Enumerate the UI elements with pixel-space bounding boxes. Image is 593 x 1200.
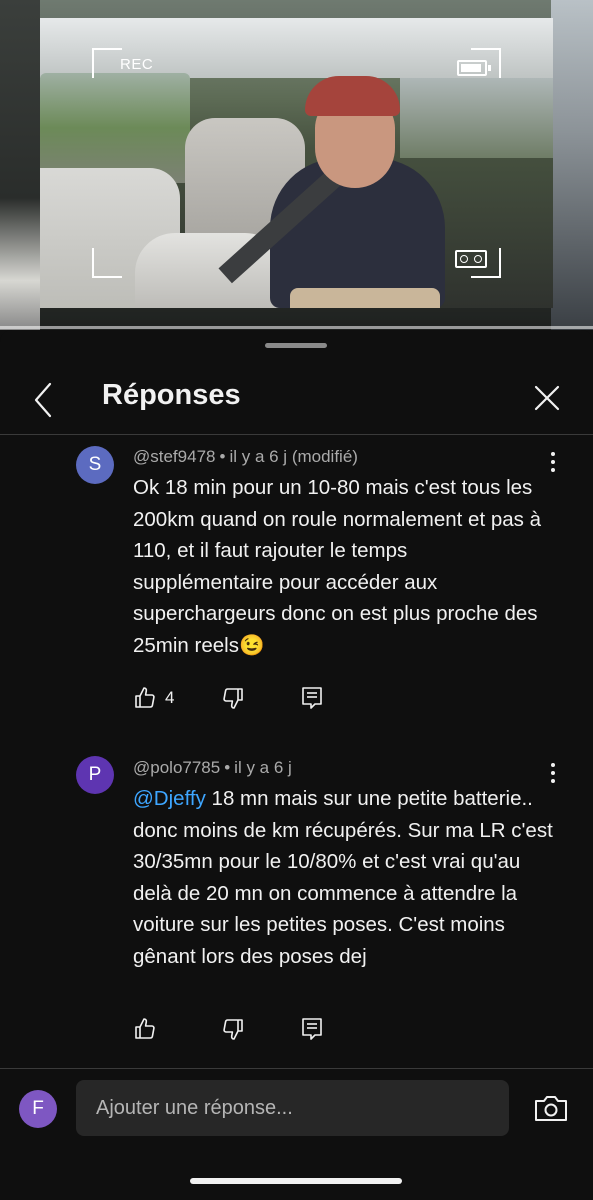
comment-author[interactable]: @stef9478 xyxy=(133,447,215,466)
thumb-up-icon xyxy=(135,1018,155,1039)
comment-author[interactable]: @polo7785 xyxy=(133,758,220,777)
comment-body: Ok 18 min pour un 10-80 mais c'est tous … xyxy=(133,476,541,657)
video-background-right xyxy=(551,0,593,330)
mention-link[interactable]: @Djeffy xyxy=(133,787,206,810)
like-button[interactable]: 4 xyxy=(133,683,174,713)
camera-button[interactable] xyxy=(533,1092,569,1124)
user-avatar: F xyxy=(19,1090,57,1128)
comment-time: il y a 6 j xyxy=(234,758,292,777)
dislike-button[interactable] xyxy=(221,683,245,713)
avatar[interactable]: P xyxy=(76,756,114,794)
reply-input[interactable] xyxy=(76,1080,509,1136)
video-background-left xyxy=(0,0,40,330)
viewfinder-corner-tl xyxy=(92,48,122,78)
drag-handle[interactable] xyxy=(265,343,327,348)
reply-button[interactable] xyxy=(301,683,323,713)
more-vert-icon xyxy=(543,763,563,783)
like-button[interactable] xyxy=(133,1014,165,1044)
reply-button[interactable] xyxy=(301,1014,323,1044)
rec-label: REC xyxy=(120,56,154,73)
video-frame: REC xyxy=(40,18,553,308)
dislike-button[interactable] xyxy=(221,1014,245,1044)
car-window xyxy=(40,73,190,183)
person-cap xyxy=(305,76,400,116)
replies-sheet: Réponses S @stef9478 • il y a 6 j (modifié… xyxy=(0,330,593,1200)
person-legs xyxy=(290,288,440,308)
reply-icon xyxy=(302,1018,322,1040)
more-vert-icon xyxy=(543,452,563,472)
thumb-down-icon xyxy=(223,688,243,709)
comment-text: @Djeffy 18 mn mais sur une petite batter… xyxy=(133,783,553,972)
video-player[interactable]: REC xyxy=(0,0,593,330)
wink-emoji: 😉 xyxy=(238,633,265,657)
viewfinder-corner-bl xyxy=(92,248,122,278)
home-indicator xyxy=(190,1178,402,1184)
reply-icon xyxy=(302,687,322,709)
back-icon xyxy=(34,382,52,418)
comment-time: il y a 6 j xyxy=(229,447,288,466)
avatar[interactable]: S xyxy=(76,446,114,484)
like-count: 4 xyxy=(165,688,175,707)
video-progress-bar[interactable] xyxy=(0,326,593,329)
back-button[interactable] xyxy=(26,374,66,422)
close-icon xyxy=(534,385,560,411)
cassette-icon xyxy=(455,250,487,268)
comment-text: Ok 18 min pour un 10-80 mais c'est tous … xyxy=(133,472,553,661)
sheet-header: Réponses xyxy=(0,370,593,434)
comment-edited: (modifié) xyxy=(291,447,358,466)
battery-icon xyxy=(457,60,491,76)
thumb-up-icon xyxy=(135,687,155,708)
comment-meta: @polo7785 • il y a 6 j xyxy=(133,758,292,777)
close-button[interactable] xyxy=(527,378,567,418)
composer-divider xyxy=(0,1068,593,1069)
page-title: Réponses xyxy=(102,379,241,411)
comment-body: 18 mn mais sur une petite batterie.. don… xyxy=(133,787,553,968)
thumb-down-icon xyxy=(223,1019,243,1040)
header-divider xyxy=(0,434,593,435)
comment-meta: @stef9478 • il y a 6 j (modifié) xyxy=(133,447,358,466)
camera-icon xyxy=(535,1096,567,1121)
car-rear-window xyxy=(400,78,553,158)
